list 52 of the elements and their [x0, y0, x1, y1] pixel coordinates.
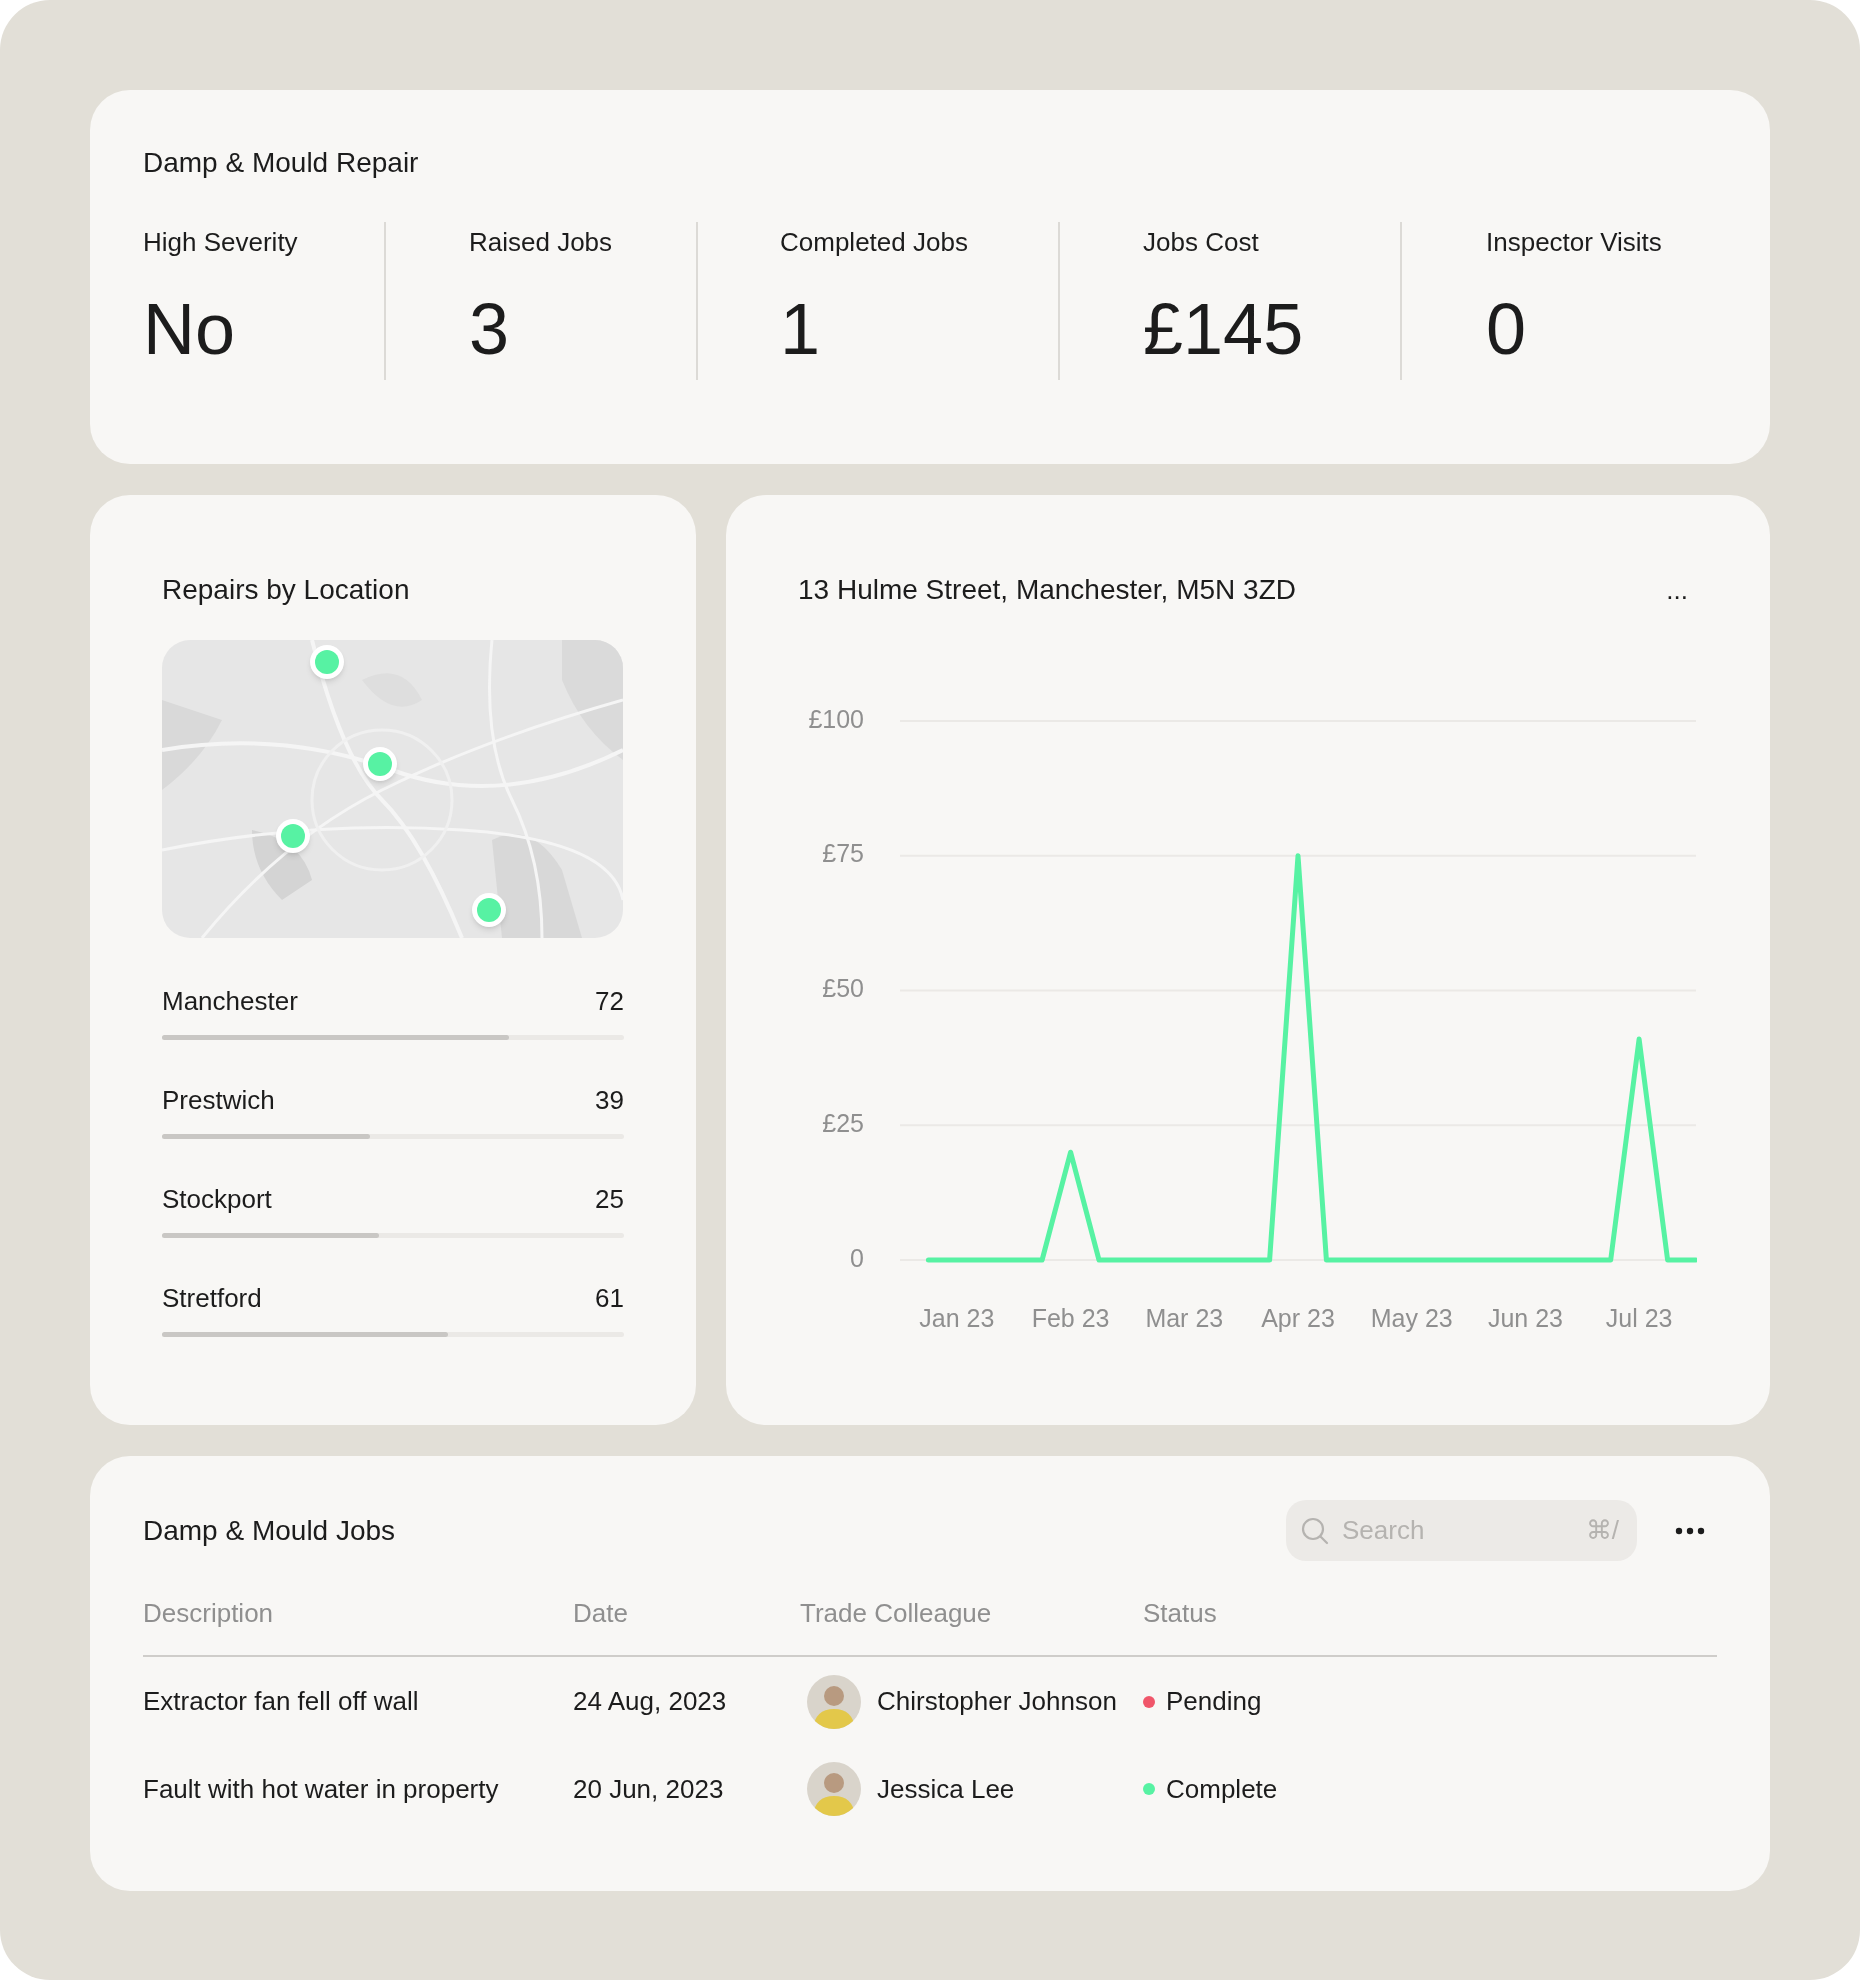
column-header: Status [1143, 1598, 1217, 1628]
axis-label: Jan 23 [919, 1303, 995, 1332]
axis-label: Jul 23 [1605, 1303, 1673, 1332]
search-icon [1300, 1515, 1330, 1546]
card-title: 13 Hulme Street, Manchester, M5N 3ZD [798, 573, 1296, 607]
location-name: Stretford [162, 1282, 262, 1314]
card-title: Damp & Mould Jobs [143, 1513, 397, 1548]
more-icon [1675, 1526, 1705, 1535]
stat-label: Inspector Visits [1486, 226, 1662, 258]
stat-value: 0 [1486, 289, 1527, 369]
column-header: Date [573, 1598, 628, 1628]
column-header: Description [143, 1598, 274, 1628]
location-count: 72 [595, 985, 624, 1017]
axis-label: Jun 23 [1487, 1303, 1563, 1332]
stat-label: Jobs Cost [1143, 226, 1259, 258]
stat-value: No [143, 289, 236, 369]
axis-label: £25 [822, 1108, 864, 1137]
axis-label: £75 [822, 839, 864, 868]
location-count: 25 [595, 1183, 624, 1215]
location-name: Manchester [162, 985, 298, 1017]
axis-label: £50 [822, 974, 864, 1003]
axis-label: £100 [808, 704, 864, 733]
location-name: Prestwich [162, 1084, 275, 1116]
table-cell-text: Jessica Lee [877, 1772, 1015, 1806]
stat-label: Raised Jobs [469, 226, 613, 258]
stat-label: High Severity [143, 226, 298, 258]
axis-label: Mar 23 [1145, 1303, 1224, 1332]
stat-value: 3 [469, 289, 510, 369]
axis-label: May 23 [1370, 1303, 1453, 1332]
avatar [807, 1762, 861, 1816]
column-header: Trade Colleague [800, 1598, 992, 1628]
shortcut-hint: ⌘/ [1585, 1514, 1620, 1547]
axis-label: Apr 23 [1261, 1303, 1335, 1332]
stat-value: £145 [1143, 289, 1304, 369]
location-count: 61 [595, 1282, 624, 1314]
location-count: 39 [595, 1084, 624, 1116]
card-title: Damp & Mould Repair [143, 146, 419, 180]
menu-button[interactable]: ... [1666, 573, 1688, 607]
table-cell: 24 Aug, 2023 [573, 1686, 727, 1716]
stat-value: 1 [780, 289, 821, 369]
card-title: Repairs by Location [162, 573, 410, 607]
table-cell-text: Chirstopher Johnson [877, 1685, 1117, 1718]
status-text: Complete [1166, 1772, 1278, 1806]
axis-label: 0 [850, 1243, 864, 1272]
table-cell: Extractor fan fell off wall [143, 1686, 419, 1716]
axis-label: Feb 23 [1031, 1303, 1110, 1332]
table-cell: Fault with hot water in property [143, 1773, 499, 1804]
status-text: Pending [1166, 1685, 1262, 1718]
location-name: Stockport [162, 1183, 272, 1215]
avatar [807, 1674, 861, 1729]
table-cell: 20 Jun, 2023 [573, 1773, 724, 1804]
stat-label: Completed Jobs [780, 226, 968, 258]
